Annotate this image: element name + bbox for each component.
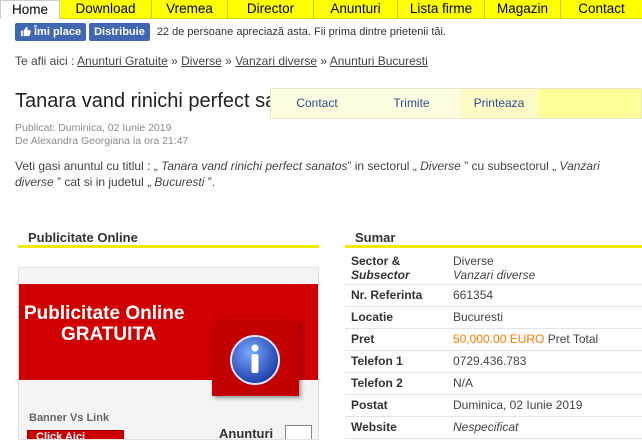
row-value: Duminica, 02 Iunie 2019 (447, 394, 642, 417)
row-key: Postat (345, 394, 447, 417)
click-aici-button[interactable]: Click Aici (27, 430, 124, 439)
intro-part: ” in sectorul „ (347, 159, 417, 173)
share-button[interactable]: Distribuie (89, 22, 150, 41)
post-meta: Publicat: Duminica, 02 Iunie 2019 De Ale… (15, 122, 188, 148)
nav-magazin[interactable]: Magazin (485, 0, 561, 19)
info-icon (230, 335, 280, 385)
sumar-heading: Sumar (345, 228, 642, 248)
price-suffix: Pret Total (544, 332, 599, 346)
table-row: Pret 50,000.00 EURO Pret Total (345, 328, 642, 351)
contact-button[interactable]: Contact (271, 89, 363, 118)
intro-part: ” cu subsectorul „ (464, 159, 557, 173)
table-row: Postat Duminica, 02 Iunie 2019 (345, 394, 642, 417)
table-row: Telefon 1 0729.436.783 (345, 350, 642, 373)
breadcrumb-separator: » (320, 54, 328, 68)
ad-headline: Publicitate Online (24, 303, 185, 324)
banner-vs-link-label: Banner Vs Link (29, 412, 110, 424)
breadcrumb-vanzari-diverse[interactable]: Vanzari diverse (235, 54, 317, 68)
intro-part: ” cat si in judetul „ (57, 175, 152, 189)
sector-value-cell: Diverse Vanzari diverse (447, 252, 642, 285)
table-row: Sector & Subsector Diverse Vanzari diverse (345, 252, 642, 285)
publicitate-heading: Publicitate Online (18, 228, 319, 248)
anunturi-label: Anunturi (219, 426, 274, 440)
nav-anunturi[interactable]: Anunturi (314, 0, 398, 19)
row-key: Nr. Referinta (345, 284, 447, 307)
row-key: Pret (345, 328, 447, 351)
price-cell: 50,000.00 EURO Pret Total (447, 328, 642, 351)
row-value: N/A (447, 372, 642, 395)
row-key: Locatie (345, 306, 447, 329)
breadcrumb-prefix: Te afli aici : (15, 54, 75, 68)
table-row: Nr. Referinta 661354 (345, 284, 642, 307)
table-row: Locatie Bucuresti (345, 306, 642, 329)
row-key: Telefon 2 (345, 372, 447, 395)
row-value: Nespecificat (447, 416, 642, 439)
website-value: Nespecificat (453, 420, 519, 434)
breadcrumb: Te afli aici : Anunturi Gratuite » Diver… (15, 54, 428, 68)
like-label: Îmi place (34, 25, 82, 38)
anunturi-count-field (285, 425, 312, 439)
action-bar-filler (538, 89, 641, 118)
thumbs-up-icon (20, 26, 31, 37)
row-value: 661354 (447, 284, 642, 307)
social-bar: Îmi place Distribuie 22 de persoane apre… (15, 22, 446, 41)
row-key: Website (345, 416, 447, 439)
printeaza-button[interactable]: Printeaza (460, 89, 538, 118)
trimite-button[interactable]: Trimite (363, 89, 460, 118)
intro-text: Veti gasi anuntul cu titlul : „ Tanara v… (15, 158, 627, 190)
breadcrumb-separator: » (225, 54, 232, 68)
row-value: Bucuresti (447, 306, 642, 329)
ad-box: Publicitate Online GRATUITA Banner Vs Li… (18, 267, 319, 440)
sector-key: Sector & Subsector (345, 252, 447, 285)
nav-vremea[interactable]: Vremea (152, 0, 228, 19)
nav-lista-firme[interactable]: Lista firme (398, 0, 485, 19)
sumar-table: Sector & Subsector Diverse Vanzari diverse… (345, 252, 642, 439)
table-row: Website Nespecificat (345, 416, 642, 439)
ad-subheadline: GRATUITA (61, 324, 157, 345)
nav-home[interactable]: Home (0, 0, 60, 19)
sector-value: Diverse (453, 253, 494, 268)
breadcrumb-anunturi-gratuite[interactable]: Anunturi Gratuite (77, 54, 168, 68)
share-label: Distribuie (94, 25, 145, 38)
intro-part: Veti gasi anuntul cu titlul : „ (15, 159, 158, 173)
action-bar: Contact Trimite Printeaza (270, 88, 642, 119)
row-key: Telefon 1 (345, 350, 447, 373)
intro-part: ”. (207, 175, 216, 189)
row-value: 0729.436.783 (447, 350, 642, 373)
like-button[interactable]: Îmi place (15, 22, 87, 41)
ad-banner[interactable]: Publicitate Online GRATUITA (19, 284, 318, 396)
nav-director[interactable]: Director (228, 0, 314, 19)
author-line: De Alexandra Georgiana la ora 21:47 (15, 135, 189, 147)
intro-sector: Diverse (416, 159, 465, 173)
breadcrumb-diverse[interactable]: Diverse (181, 54, 222, 68)
breadcrumb-anunturi-bucuresti[interactable]: Anunturi Bucuresti (330, 54, 428, 68)
sector-label: Sector & (351, 253, 401, 268)
table-row: Telefon 2 N/A (345, 372, 642, 395)
nav-download[interactable]: Download (60, 0, 152, 19)
intro-judet: Bucuresti (151, 175, 208, 189)
breadcrumb-separator: » (171, 54, 178, 68)
top-nav: Home Download Vremea Director Anunturi L… (0, 0, 642, 19)
nav-contact[interactable]: Contact (561, 0, 642, 19)
info-tile (212, 320, 299, 396)
published-date: Publicat: Duminica, 02 Iunie 2019 (15, 122, 172, 134)
like-count-text: 22 de persoane apreciază asta. Fii prima… (156, 25, 447, 38)
intro-title: Tanara vand rinichi perfect sanatos (157, 159, 348, 173)
subsector-value: Vanzari diverse (453, 267, 536, 282)
page-title: Tanara vand rinichi perfect sanatos (15, 90, 273, 112)
price-value: 50,000.00 EURO (453, 332, 545, 346)
subsector-label: Subsector (351, 267, 410, 282)
